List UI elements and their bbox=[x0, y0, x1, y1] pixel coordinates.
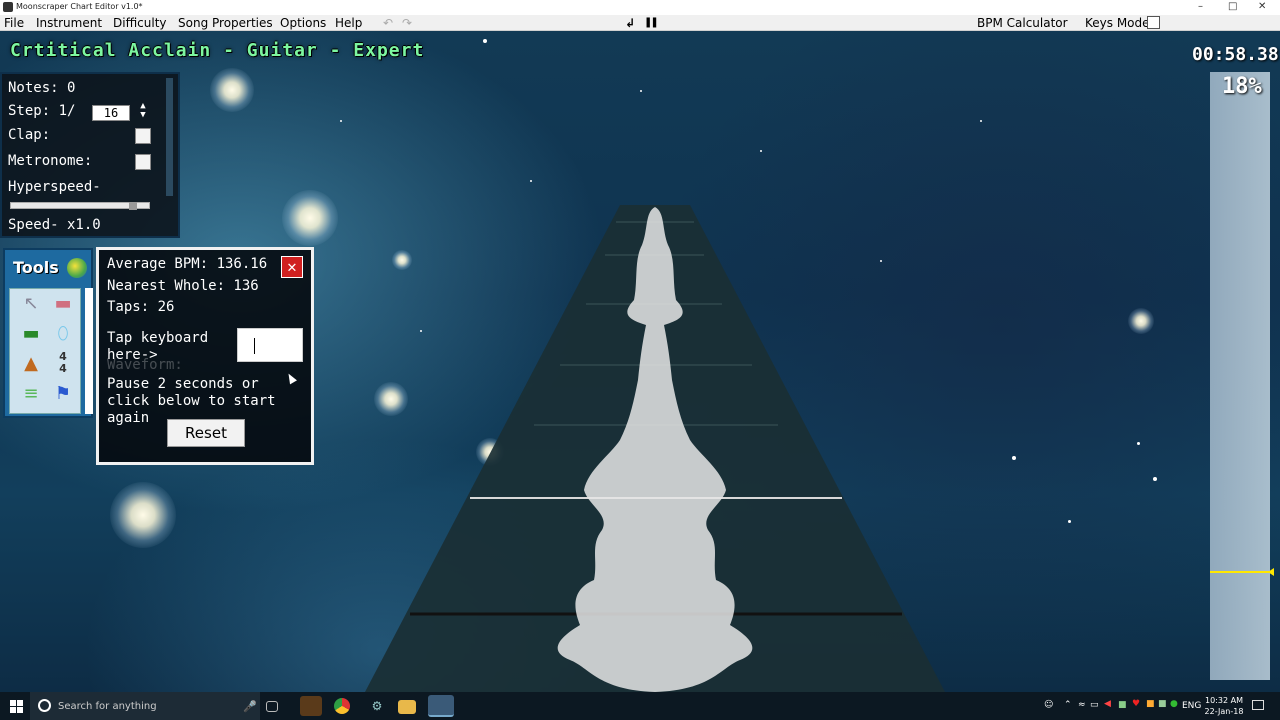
search-icon bbox=[38, 699, 51, 712]
app-icon bbox=[3, 2, 13, 12]
progress-percent: 18% bbox=[1222, 74, 1262, 99]
nearest-whole: Nearest Whole: 136 bbox=[107, 278, 259, 294]
song-time: 00:58.38 bbox=[1192, 44, 1279, 65]
metronome-tool-icon[interactable]: ▲ bbox=[18, 351, 44, 377]
info-scrollbar[interactable] bbox=[166, 78, 173, 196]
waveform-label: Waveform: bbox=[107, 357, 183, 373]
pause-instruction-2: click below to start bbox=[107, 393, 276, 409]
hyperspeed-slider-thumb[interactable] bbox=[129, 202, 137, 210]
people-icon[interactable]: ☺ bbox=[1044, 700, 1053, 710]
menu-difficulty[interactable]: Difficulty bbox=[113, 16, 167, 30]
menu-instrument[interactable]: Instrument bbox=[36, 16, 102, 30]
pause-instruction-3: again bbox=[107, 410, 150, 426]
tools-label: Tools bbox=[13, 258, 59, 277]
menu-help[interactable]: Help bbox=[335, 16, 362, 30]
cursor-tool-icon[interactable]: ↖ bbox=[18, 291, 44, 317]
tools-scrollbar[interactable] bbox=[85, 288, 93, 414]
progress-position-line bbox=[1210, 570, 1272, 573]
bpm-calculator-menu[interactable]: BPM Calculator bbox=[977, 16, 1068, 30]
redo-icon[interactable]: ↷ bbox=[402, 16, 412, 30]
tray-app-icon[interactable]: ■ bbox=[1146, 699, 1155, 709]
average-bpm: Average BPM: 136.16 bbox=[107, 256, 268, 272]
note-tool-icon[interactable]: ▬ bbox=[18, 321, 44, 347]
bpm-calculator-window: Average BPM: 136.16 Nearest Whole: 136 T… bbox=[96, 247, 314, 465]
section-tool-icon[interactable]: ≡ bbox=[18, 381, 44, 407]
microphone-icon[interactable]: 🎤 bbox=[243, 700, 257, 713]
tray-app-icon[interactable]: ■ bbox=[1118, 700, 1127, 710]
pause-icon[interactable]: ❚❚ bbox=[644, 17, 659, 28]
progress-position-marker[interactable] bbox=[1268, 567, 1274, 576]
chart-title: Crtitical Acclain - Guitar - Expert bbox=[10, 40, 425, 61]
step-down-icon[interactable]: ▼ bbox=[136, 111, 150, 120]
wifi-icon[interactable]: ≈ bbox=[1078, 700, 1086, 710]
clap-label: Clap: bbox=[8, 127, 51, 143]
eraser-tool-icon[interactable]: ▬ bbox=[50, 291, 76, 317]
windows-start-icon[interactable] bbox=[10, 700, 24, 714]
time-signature-tool[interactable]: 4 4 bbox=[50, 351, 76, 377]
language-indicator[interactable]: ENG bbox=[1182, 701, 1201, 711]
tools-grid: ↖ ▬ ▬ ⬯ ▲ 4 4 ≡ ⚑ bbox=[9, 288, 81, 414]
menu-bar: File Instrument Difficulty Song Properti… bbox=[0, 15, 1280, 31]
menu-options[interactable]: Options bbox=[280, 16, 326, 30]
hyperspeed-label: Hyperspeed- bbox=[8, 179, 101, 195]
metronome-label: Metronome: bbox=[8, 153, 93, 169]
step-input[interactable]: 16 bbox=[92, 105, 130, 121]
hyperspeed-slider[interactable] bbox=[10, 202, 150, 210]
menu-song-properties[interactable]: Song Properties bbox=[178, 16, 273, 30]
time-signature-bottom: 4 bbox=[59, 362, 67, 375]
chrome-icon[interactable] bbox=[334, 698, 350, 714]
minecraft-icon[interactable] bbox=[300, 696, 322, 716]
song-progress-bar[interactable] bbox=[1210, 72, 1270, 680]
tap-count: Taps: 26 bbox=[107, 299, 175, 315]
pause-instruction-1: Pause 2 seconds or bbox=[107, 376, 259, 392]
taskbar-search[interactable]: Search for anything 🎤 bbox=[30, 692, 260, 720]
step-stepper[interactable]: ▲ ▼ bbox=[136, 102, 150, 122]
window-title: Moonscraper Chart Editor v1.0* bbox=[16, 2, 143, 11]
globe-icon[interactable] bbox=[67, 258, 87, 278]
file-explorer-icon[interactable] bbox=[398, 700, 416, 714]
notification-icon[interactable] bbox=[1252, 700, 1264, 710]
search-placeholder: Search for anything bbox=[58, 701, 157, 712]
speed-label: Speed- x1.0 bbox=[8, 217, 101, 233]
tools-panel: Tools ↖ ▬ ▬ ⬯ ▲ 4 4 ≡ ⚑ bbox=[3, 248, 93, 418]
close-window-button[interactable]: ✕ bbox=[1258, 1, 1266, 12]
tap-input[interactable] bbox=[237, 328, 303, 362]
minimize-button[interactable]: – bbox=[1198, 1, 1203, 12]
task-view-icon[interactable] bbox=[266, 701, 278, 712]
clap-checkbox[interactable] bbox=[135, 128, 151, 144]
maximize-button[interactable]: □ bbox=[1228, 1, 1237, 12]
clock-time: 10:32 AM bbox=[1205, 696, 1243, 705]
moonscraper-taskbar-icon[interactable] bbox=[428, 695, 454, 717]
chevron-up-icon[interactable]: ⌃ bbox=[1064, 700, 1072, 710]
clock-date: 22-Jan-18 bbox=[1204, 707, 1244, 716]
reset-button[interactable]: Reset bbox=[167, 419, 245, 447]
tap-instruction-1: Tap keyboard bbox=[107, 330, 209, 346]
keys-mode-checkbox[interactable] bbox=[1147, 16, 1160, 29]
menu-file[interactable]: File bbox=[4, 16, 24, 30]
step-label: Step: 1/ bbox=[8, 103, 76, 119]
title-bar: Moonscraper Chart Editor v1.0* – □ ✕ bbox=[0, 0, 1280, 15]
bpm-close-button[interactable]: ✕ bbox=[281, 256, 303, 278]
battery-icon[interactable]: ▭ bbox=[1090, 700, 1099, 710]
tray-app-icon[interactable]: ■ bbox=[1158, 699, 1167, 709]
volume-icon[interactable]: ◀ bbox=[1104, 699, 1111, 709]
chart-info-panel: Notes: 0 Step: 1/ 16 ▲ ▼ Clap: Metronome… bbox=[0, 72, 180, 238]
keys-mode-label: Keys Mode: bbox=[1085, 16, 1154, 30]
app-window: Moonscraper Chart Editor v1.0* – □ ✕ Fil… bbox=[0, 0, 1280, 720]
taskbar: Search for anything 🎤 ⚙ ☺ ⌃ ≈ ▭ ◀ ■ ♥ ■ … bbox=[0, 692, 1280, 720]
metronome-checkbox[interactable] bbox=[135, 154, 151, 170]
undo-icon[interactable]: ↶ bbox=[383, 16, 393, 30]
heart-icon[interactable]: ♥ bbox=[1132, 699, 1140, 709]
tray-app-icon[interactable]: ● bbox=[1170, 699, 1178, 709]
taskbar-clock[interactable]: 10:32 AM 22-Jan-18 bbox=[1200, 695, 1248, 717]
text-caret bbox=[254, 338, 255, 354]
notes-count: Notes: 0 bbox=[8, 80, 76, 96]
steam-icon[interactable]: ⚙ bbox=[366, 696, 388, 716]
flag-tool-icon[interactable]: ⚑ bbox=[50, 381, 76, 407]
starpower-tool-icon[interactable]: ⬯ bbox=[50, 321, 76, 347]
playback-start-icon[interactable]: ↲ bbox=[625, 16, 635, 30]
